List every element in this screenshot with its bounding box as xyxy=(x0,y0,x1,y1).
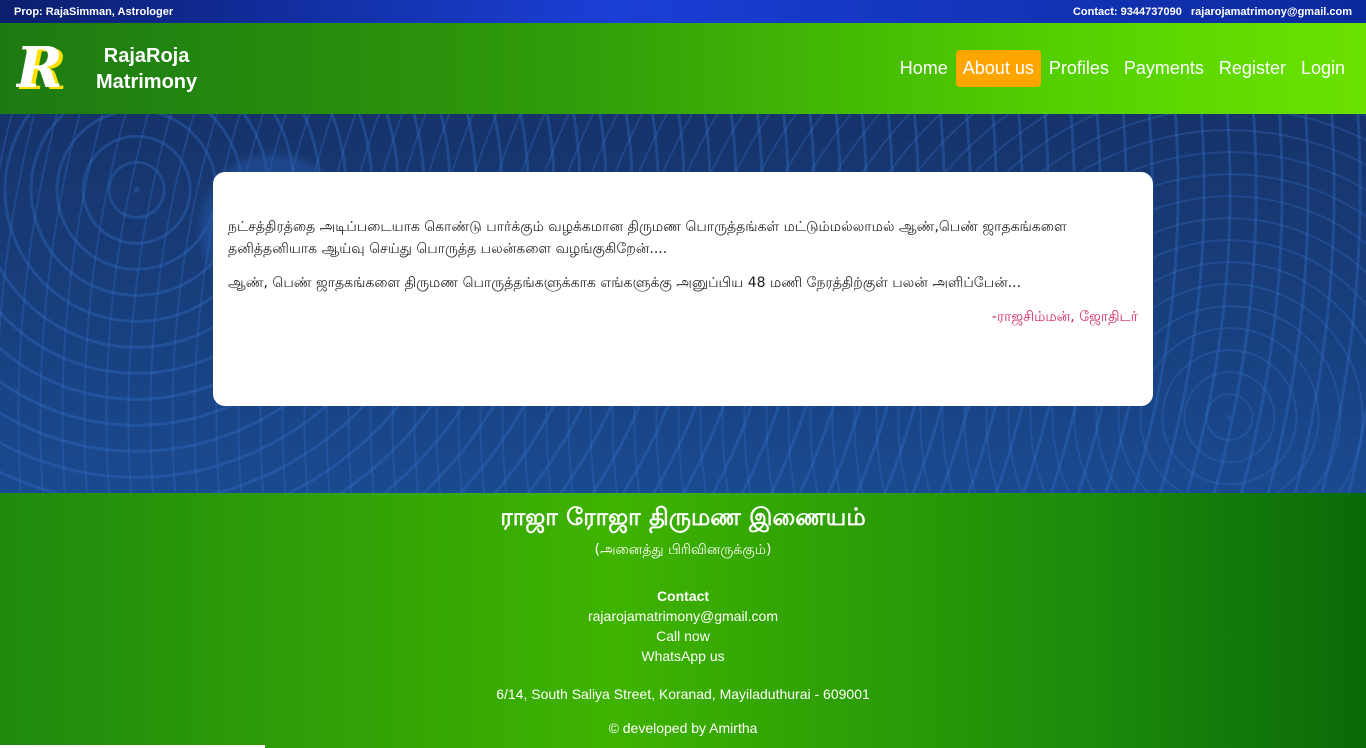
top-contact: Contact: 9344737090 rajarojamatrimony@gm… xyxy=(1067,6,1352,18)
site-footer: ராஜா ரோஜா திருமண இணையம் (அனைத்து பிரிவின… xyxy=(0,493,1366,748)
top-email[interactable]: rajarojamatrimony@gmail.com xyxy=(1191,6,1352,18)
about-paragraph-1: நட்சத்திரத்தை அடிப்படையாக கொண்டு பார்க்க… xyxy=(228,219,1067,257)
brand[interactable]: R R RajaRoja Matrimony xyxy=(14,35,197,103)
about-section: நட்சத்திரத்தை அடிப்படையாக கொண்டு பார்க்க… xyxy=(0,114,1366,493)
logo-letter: R xyxy=(16,37,63,101)
astrologer-signature: -ராஜசிம்மன், ஜோதிடர் xyxy=(991,309,1138,325)
nav-register[interactable]: Register xyxy=(1212,50,1293,87)
brand-line2: Matrimony xyxy=(96,70,198,93)
brand-name: RajaRoja Matrimony xyxy=(96,43,197,95)
footer-call-link[interactable]: Call now xyxy=(0,628,1366,644)
nav-login[interactable]: Login xyxy=(1294,50,1352,87)
footer-subtitle: (அனைத்து பிரிவினருக்கும்) xyxy=(594,542,772,558)
proprietor-text: Prop: RajaSimman, Astrologer xyxy=(14,5,174,18)
brand-line1: RajaRoja xyxy=(103,44,190,67)
footer-email-link[interactable]: rajarojamatrimony@gmail.com xyxy=(0,608,1366,624)
nav-profiles[interactable]: Profiles xyxy=(1042,50,1116,87)
footer-whatsapp-link[interactable]: WhatsApp us xyxy=(0,648,1366,664)
nav-about-us[interactable]: About us xyxy=(955,50,1041,87)
footer-contact-heading: Contact xyxy=(656,588,710,604)
brand-logo-icon: R R xyxy=(14,35,80,103)
top-info-bar: Prop: RajaSimman, Astrologer Contact: 93… xyxy=(0,0,1366,23)
footer-credit: © developed by Amirtha xyxy=(608,720,758,736)
footer-title: ராஜா ரோஜா திருமண இணையம் xyxy=(500,503,866,531)
top-phone: Contact: 9344737090 xyxy=(1072,5,1182,18)
nav-home[interactable]: Home xyxy=(893,50,955,87)
about-paragraph-2: ஆண், பெண் ஜாதகங்களை திருமண பொருத்தங்களுக… xyxy=(228,275,1022,291)
nav-payments[interactable]: Payments xyxy=(1117,50,1211,87)
footer-address: 6/14, South Saliya Street, Koranad, Mayi… xyxy=(496,686,870,702)
about-card: நட்சத்திரத்தை அடிப்படையாக கொண்டு பார்க்க… xyxy=(213,172,1153,406)
main-navbar: R R RajaRoja Matrimony Home About us Pro… xyxy=(0,23,1366,114)
nav-menu: Home About us Profiles Payments Register… xyxy=(892,50,1352,87)
